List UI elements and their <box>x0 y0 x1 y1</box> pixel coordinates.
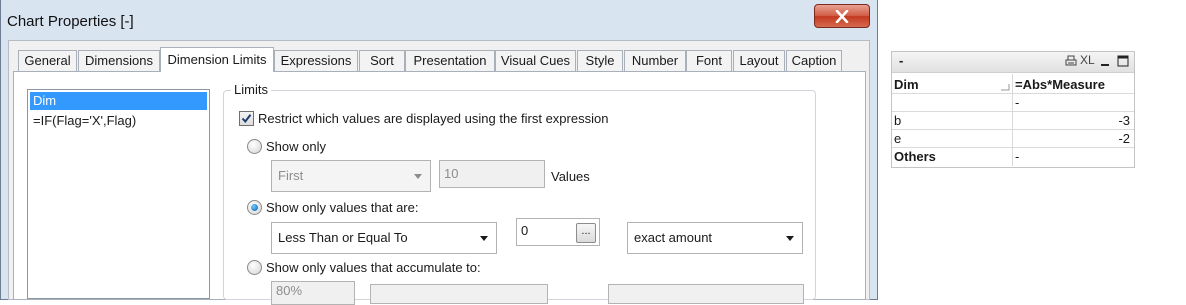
accumulate-expression-field[interactable] <box>370 284 548 304</box>
amount-mode-combo[interactable]: exact amount <box>627 222 803 254</box>
table-caption-bar <box>892 52 1134 73</box>
accumulate-percent-field[interactable]: 80% <box>271 281 355 305</box>
limits-group-label: Limits <box>231 82 271 97</box>
tab-dimensions[interactable]: Dimensions <box>78 50 160 71</box>
tab-dimension-limits[interactable]: Dimension Limits <box>160 47 274 72</box>
restrict-checkbox-label: Restrict which values are displayed usin… <box>258 111 609 126</box>
comparison-combo[interactable]: Less Than or Equal To <box>271 222 497 254</box>
table-cell-measure[interactable]: - <box>1015 149 1019 164</box>
table-divider <box>892 147 1134 148</box>
tab-sort[interactable]: Sort <box>359 50 405 71</box>
maximize-icon[interactable] <box>1117 55 1129 67</box>
tab-general[interactable]: General <box>18 50 77 71</box>
chevron-down-icon <box>786 236 794 241</box>
dimension-item-dim[interactable]: Dim <box>30 92 207 110</box>
table-divider <box>892 129 1134 130</box>
close-button[interactable] <box>814 4 870 28</box>
checkmark-icon <box>241 114 252 124</box>
accumulate-radio[interactable] <box>247 260 262 275</box>
amount-mode-value: exact amount <box>634 230 713 245</box>
expression-ellipsis-button[interactable]: ... <box>576 223 596 243</box>
show-only-radio[interactable] <box>247 139 262 154</box>
accumulate-mode-combo[interactable] <box>608 284 804 304</box>
dialog-title: Chart Properties [-] <box>7 13 134 30</box>
minimize-icon[interactable] <box>1099 56 1111 68</box>
restrict-checkbox[interactable] <box>239 111 254 126</box>
tab-number[interactable]: Number <box>624 50 686 71</box>
table-cell-dim[interactable]: e <box>894 131 901 146</box>
tab-presentation[interactable]: Presentation <box>405 50 495 71</box>
sort-indicator-icon <box>1001 84 1010 91</box>
comparison-value: Less Than or Equal To <box>278 230 408 245</box>
first-last-combo[interactable]: First <box>271 160 431 192</box>
dimension-list[interactable]: Dim =IF(Flag='X',Flag) <box>27 89 210 299</box>
table-cell-dim[interactable]: b <box>894 113 901 128</box>
table-divider <box>892 93 1134 94</box>
table-column-divider <box>1012 74 1013 166</box>
tab-layout[interactable]: Layout <box>733 50 785 71</box>
tab-visual-cues[interactable]: Visual Cues <box>495 50 576 71</box>
show-only-label: Show only <box>266 139 326 154</box>
close-icon <box>835 9 849 23</box>
table-divider <box>892 111 1134 112</box>
show-values-that-are-radio[interactable] <box>247 200 262 215</box>
show-only-count-field[interactable]: 10 <box>439 160 545 188</box>
xl-icon[interactable]: XL <box>1080 53 1095 67</box>
table-cell-measure[interactable]: -3 <box>1118 113 1130 128</box>
values-label: Values <box>551 169 590 184</box>
table-header-measure[interactable]: =Abs*Measure <box>1015 77 1105 92</box>
tab-style[interactable]: Style <box>577 50 623 71</box>
table-cell-dim[interactable]: Others <box>894 149 936 164</box>
table-caption-title: - <box>899 53 904 68</box>
accumulate-label: Show only values that accumulate to: <box>266 260 481 275</box>
tab-font[interactable]: Font <box>686 50 732 71</box>
chevron-down-icon <box>480 236 488 241</box>
dimension-item-if-flag[interactable]: =IF(Flag='X',Flag) <box>30 112 207 130</box>
tab-expressions[interactable]: Expressions <box>274 50 358 71</box>
print-icon[interactable] <box>1065 55 1077 67</box>
table-cell-measure[interactable]: - <box>1015 95 1019 110</box>
table-cell-measure[interactable]: -2 <box>1118 131 1130 146</box>
first-last-value: First <box>278 168 304 183</box>
chevron-down-icon <box>414 174 422 179</box>
tab-caption[interactable]: Caption <box>786 50 842 71</box>
table-header-dim[interactable]: Dim <box>894 77 919 92</box>
show-values-that-are-label: Show only values that are: <box>266 200 419 215</box>
